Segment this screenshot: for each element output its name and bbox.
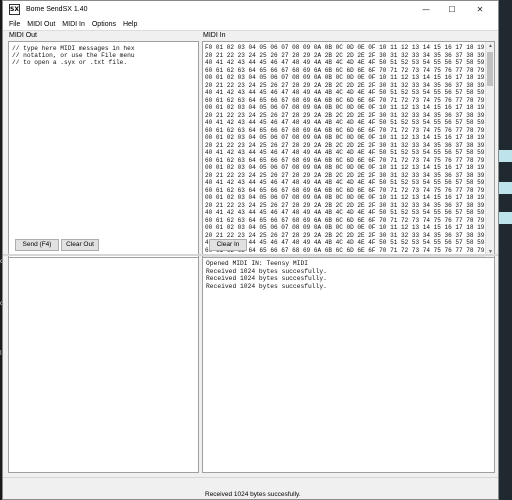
menu-midi-in[interactable]: MIDI In (62, 21, 85, 28)
title-bar[interactable]: SX Bome SendSX 1.40 — ☐ ✕ (3, 1, 498, 18)
close-button[interactable]: ✕ (468, 1, 492, 18)
midi-in-viewer[interactable]: F0 01 02 03 04 05 06 07 08 09 0A 0B 0C 0… (202, 41, 495, 266)
clear-out-button[interactable]: Clear Out (61, 239, 99, 251)
desktop-background-right (498, 0, 512, 500)
midi-in-hex-area: F0 01 02 03 04 05 06 07 08 09 0A 0B 0C 0… (203, 42, 486, 256)
midi-in-label: MIDI In (203, 32, 226, 39)
minimize-button[interactable]: — (414, 1, 438, 18)
sendsx-window: SX Bome SendSX 1.40 — ☐ ✕ File MIDI Out … (2, 0, 499, 500)
menu-options[interactable]: Options (92, 21, 116, 28)
desktop-decoration (498, 212, 512, 224)
midi-out-editor[interactable]: // type here MIDI messages in hex // not… (8, 41, 199, 266)
midi-log-panel[interactable]: Opened MIDI IN: Teensy MIDI Received 102… (202, 257, 495, 473)
midi-in-hex-text: F0 01 02 03 04 05 06 07 08 09 0A 0B 0C 0… (205, 44, 485, 254)
midi-out-text: // type here MIDI messages in hex // not… (12, 45, 135, 66)
window-title: Bome SendSX 1.40 (26, 6, 88, 13)
send-button[interactable]: Send (F4) (15, 239, 59, 251)
menu-file[interactable]: File (9, 21, 20, 28)
midi-out-label: MIDI Out (9, 32, 38, 39)
pane-splitter[interactable] (3, 254, 498, 256)
desktop-decoration (498, 150, 512, 162)
desktop-decoration (498, 182, 512, 194)
log-text: Opened MIDI IN: Teensy MIDI Received 102… (206, 260, 327, 290)
scrollbar-thumb[interactable] (487, 52, 493, 86)
status-bar: Received 1024 bytes succesfully. (3, 477, 498, 499)
menu-midi-out[interactable]: MIDI Out (27, 21, 55, 28)
clear-in-button[interactable]: Clear In (209, 239, 247, 251)
midi-panes: MIDI Out MIDI In // type here MIDI messa… (3, 32, 498, 266)
menu-bar: File MIDI Out MIDI In Options Help (3, 18, 498, 31)
maximize-button[interactable]: ☐ (440, 1, 464, 18)
vertical-scrollbar[interactable]: ▲ ▼ (485, 42, 494, 256)
left-log-panel[interactable] (8, 257, 199, 473)
app-icon: SX (9, 4, 20, 15)
menu-help[interactable]: Help (123, 21, 137, 28)
status-text: Received 1024 bytes succesfully. (205, 491, 301, 498)
scroll-up-icon[interactable]: ▲ (486, 42, 494, 50)
